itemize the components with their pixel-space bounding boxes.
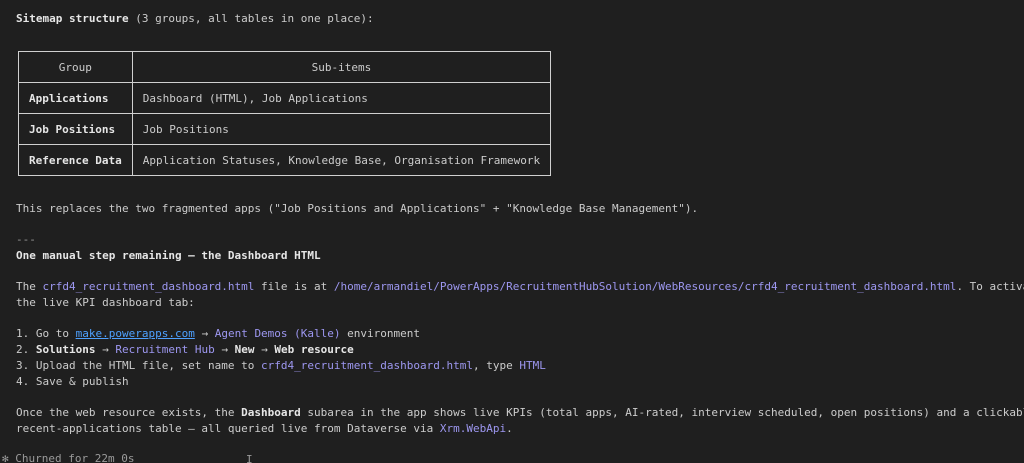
row-items: Job Positions	[131, 113, 552, 145]
para2-text: recent-applications table — all queried …	[16, 422, 440, 435]
header-sub-items: Sub-items	[131, 51, 552, 83]
recruitment-hub-label: Recruitment Hub	[115, 343, 215, 356]
environment-name: Agent Demos (Kalle)	[214, 327, 341, 340]
step-1: 1. Go to make.powerapps.com → Agent Demo…	[16, 326, 420, 342]
step-4: 4. Save & publish	[16, 375, 129, 388]
step-text: , type	[472, 359, 520, 372]
file-name: crfd4_recruitment_dashboard.html	[42, 280, 255, 293]
resource-type: HTML	[519, 359, 546, 372]
resource-name: crfd4_recruitment_dashboard.html	[261, 359, 473, 372]
step-3: 3. Upload the HTML file, set name to crf…	[16, 358, 546, 374]
paragraph-outcome-line2: recent-applications table — all queried …	[16, 421, 513, 437]
row-group: Applications	[18, 82, 133, 114]
row-items: Application Statuses, Knowledge Base, Or…	[131, 144, 552, 176]
separator: ---	[16, 233, 36, 246]
para1-text: file is at	[254, 280, 334, 293]
para2-text: Once the web resource exists, the	[16, 406, 242, 419]
step-text: 1. Go to	[16, 327, 76, 340]
table-row: Applications Dashboard (HTML), Job Appli…	[18, 82, 552, 114]
webapi-label: Xrm.WebApi	[439, 422, 507, 435]
step-text: environment	[340, 327, 421, 340]
step-text: 3. Upload the HTML file, set name to	[16, 359, 262, 372]
arrow: →	[95, 343, 116, 356]
arrow: →	[254, 343, 275, 356]
sitemap-heading-bold: Sitemap structure	[16, 12, 129, 25]
step-2: 2. Solutions → Recruitment Hub → New → W…	[16, 342, 354, 358]
file-path: /home/armandiel/PowerApps/RecruitmentHub…	[333, 280, 957, 293]
text-cursor-icon: I	[246, 453, 253, 463]
solutions-label: Solutions	[35, 343, 96, 356]
row-group: Job Positions	[18, 113, 133, 145]
powerapps-link[interactable]: make.powerapps.com	[76, 327, 195, 340]
replaces-text: This replaces the two fragmented apps ("…	[16, 202, 699, 215]
header-group: Group	[18, 51, 133, 83]
para2-text: subarea in the app shows live KPIs (tota…	[300, 406, 1024, 419]
arrow: →	[194, 327, 215, 340]
para1-text: . To activate	[956, 280, 1024, 293]
status-footer: ✻ Churned for 22m 0s	[2, 452, 135, 463]
step-text: 2.	[16, 343, 36, 356]
web-resource-label: Web resource	[274, 343, 354, 356]
table-row: Job Positions Job Positions	[18, 113, 552, 145]
row-items: Dashboard (HTML), Job Applications	[131, 82, 552, 114]
row-group: Reference Data	[18, 144, 133, 176]
arrow: →	[214, 343, 235, 356]
paragraph-file-location: The crfd4_recruitment_dashboard.html fil…	[16, 279, 1024, 295]
sitemap-heading-rest: (3 groups, all tables in one place):	[128, 12, 374, 25]
table-row: Reference Data Application Statuses, Kno…	[18, 144, 552, 176]
new-label: New	[234, 343, 255, 356]
sitemap-table: Group Sub-items Applications Dashboard (…	[18, 51, 552, 176]
para2-text: .	[506, 422, 513, 435]
sitemap-heading: Sitemap structure (3 groups, all tables …	[16, 11, 374, 27]
paragraph-outcome: Once the web resource exists, the Dashbo…	[16, 405, 1024, 421]
paragraph-file-location-line2: the live KPI dashboard tab:	[16, 296, 195, 309]
manual-step-heading: One manual step remaining — the Dashboar…	[16, 249, 321, 262]
dashboard-label: Dashboard	[241, 406, 301, 419]
para1-text: The	[16, 280, 43, 293]
table-header-row: Group Sub-items	[18, 51, 552, 83]
